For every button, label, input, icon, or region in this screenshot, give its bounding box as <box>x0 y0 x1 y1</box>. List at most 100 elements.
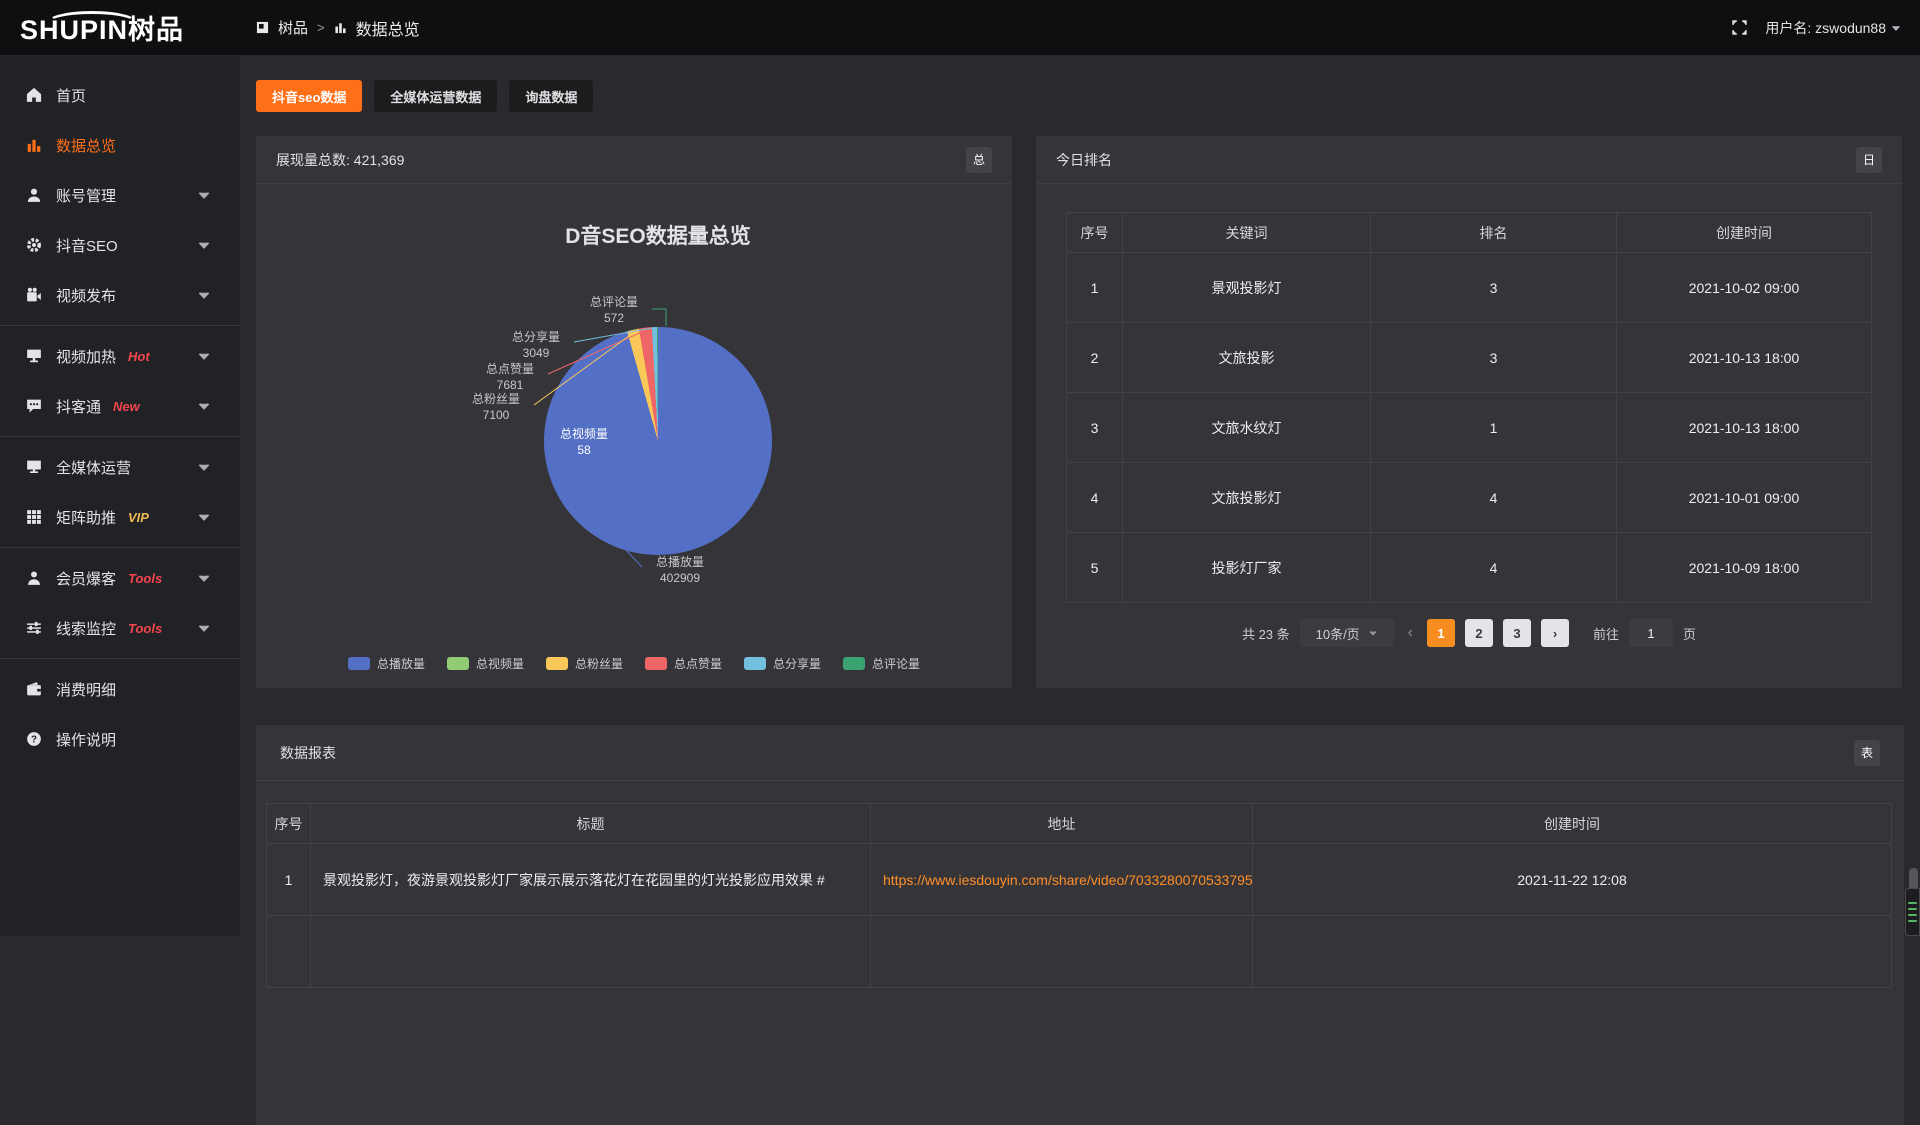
table-cell: 2021-10-09 18:00 <box>1617 533 1872 603</box>
chevron-down-icon <box>1890 22 1902 34</box>
column-header: 地址 <box>871 804 1253 844</box>
pie-label-plays: 总播放量402909 <box>640 554 720 586</box>
legend-swatch <box>546 657 568 670</box>
report-row: 1景观投影灯，夜游景观投影灯厂家展示展示落花灯在花园里的灯光投影应用效果 #ht… <box>267 844 1892 916</box>
pie-label-comments: 总评论量572 <box>578 294 650 326</box>
pagination-total: 共 23 条 <box>1242 624 1290 643</box>
column-header: 序号 <box>1067 213 1123 253</box>
grid-icon <box>26 509 42 525</box>
sidebar-divider <box>0 547 240 548</box>
sidebar-item-矩阵助推[interactable]: 矩阵助推VIP <box>0 492 240 542</box>
chevron-down-icon <box>196 570 212 586</box>
sidebar-divider <box>0 658 240 659</box>
table-cell: 3 <box>1371 253 1617 323</box>
floating-widget[interactable] <box>1905 888 1920 936</box>
sidebar-item-视频加热[interactable]: 视频加热Hot <box>0 331 240 381</box>
sidebar-badge: VIP <box>128 510 149 525</box>
sidebar-badge: Tools <box>128 621 162 636</box>
home-icon <box>26 87 42 103</box>
sidebar-badge: New <box>113 399 140 414</box>
bar-chart-icon <box>26 137 42 153</box>
monitor-icon <box>26 459 42 475</box>
table-cell: 3 <box>1067 393 1123 463</box>
topbar: SHUPIN树品 树品 > 数据总览 用户名: zswodun88 <box>0 0 1920 56</box>
report-url-link[interactable]: https://www.iesdouyin.com/share/video/70… <box>883 872 1253 888</box>
sidebar-item-数据总览[interactable]: 数据总览 <box>0 120 240 170</box>
table-cell: 4 <box>1371 463 1617 533</box>
chevron-down-icon <box>1368 628 1378 638</box>
overview-total-button[interactable]: 总 <box>966 147 992 173</box>
report-row <box>267 916 1892 988</box>
sidebar-item-label: 数据总览 <box>56 135 116 156</box>
fullscreen-icon[interactable] <box>1732 20 1747 35</box>
sidebar-item-会员爆客[interactable]: 会员爆客Tools <box>0 553 240 603</box>
table-cell: 2 <box>1067 323 1123 393</box>
sidebar-item-线索监控[interactable]: 线索监控 Tools <box>0 603 240 653</box>
table-cell: 文旅水纹灯 <box>1123 393 1371 463</box>
sidebar-item-label: 线索监控 <box>56 618 116 639</box>
report-time-cell: 2021-11-22 12:08 <box>1253 844 1892 916</box>
breadcrumb: 树品 > 数据总览 <box>256 16 420 40</box>
pie-label-videos: 总视频量58 <box>548 426 620 458</box>
column-header: 标题 <box>311 804 871 844</box>
sidebar-item-首页[interactable]: 首页 <box>0 70 240 120</box>
table-cell: 2021-10-01 09:00 <box>1617 463 1872 533</box>
user-menu[interactable]: 用户名: zswodun88 <box>1765 18 1902 38</box>
chevron-down-icon <box>196 620 212 636</box>
logo-arc <box>46 11 138 35</box>
goto-page-input[interactable] <box>1629 619 1673 647</box>
chevron-down-icon <box>196 237 212 253</box>
pager-page-3[interactable]: 3 <box>1503 619 1531 647</box>
report-title-cell: 景观投影灯，夜游景观投影灯厂家展示展示落花灯在花园里的灯光投影应用效果 # <box>311 844 871 916</box>
table-cell: 4 <box>1067 463 1123 533</box>
table-cell: 2021-10-13 18:00 <box>1617 323 1872 393</box>
sidebar-item-label: 抖音SEO <box>56 235 118 256</box>
table-cell: 2021-10-02 09:00 <box>1617 253 1872 323</box>
column-header: 创建时间 <box>1617 213 1872 253</box>
pager-page-2[interactable]: 2 <box>1465 619 1493 647</box>
main-content: 抖音seo数据全媒体运营数据询盘数据 展现量总数: 421,369 总 D音SE… <box>240 56 1920 936</box>
svg-text:?: ? <box>31 734 37 745</box>
column-header: 创建时间 <box>1253 804 1892 844</box>
pager-next-button[interactable]: › <box>1541 619 1569 647</box>
sidebar-item-操作说明[interactable]: ?操作说明 <box>0 714 240 764</box>
pager-page-1[interactable]: 1 <box>1427 619 1455 647</box>
ranking-panel: 今日排名 日 序号关键词排名创建时间 1景观投影灯32021-10-02 09:… <box>1036 136 1902 688</box>
table-row: 2文旅投影32021-10-13 18:00 <box>1067 323 1872 393</box>
pager-prev-button[interactable]: ‹ <box>1404 624 1417 642</box>
legend-item-总播放量[interactable]: 总播放量 <box>348 655 425 672</box>
breadcrumb-root[interactable]: 树品 <box>278 17 308 38</box>
sidebar-item-账号管理[interactable]: 账号管理 <box>0 170 240 220</box>
ranking-day-button[interactable]: 日 <box>1856 147 1882 173</box>
table-cell: 文旅投影灯 <box>1123 463 1371 533</box>
sidebar-item-抖客通[interactable]: 抖客通New <box>0 381 240 431</box>
legend-item-总视频量[interactable]: 总视频量 <box>447 655 524 672</box>
page-size-select[interactable]: 10条/页 <box>1300 619 1394 647</box>
chevron-down-icon <box>196 509 212 525</box>
report-table: 序号标题地址创建时间 1景观投影灯，夜游景观投影灯厂家展示展示落花灯在花园里的灯… <box>266 803 1892 988</box>
overview-total-label: 展现量总数: 421,369 <box>276 150 404 170</box>
report-table-button[interactable]: 表 <box>1854 740 1880 766</box>
legend-item-总评论量[interactable]: 总评论量 <box>843 655 920 672</box>
gear-icon <box>26 237 42 253</box>
sidebar-item-全媒体运营[interactable]: 全媒体运营 <box>0 442 240 492</box>
sidebar-item-消费明细[interactable]: 消费明细 <box>0 664 240 714</box>
table-row: 3文旅水纹灯12021-10-13 18:00 <box>1067 393 1872 463</box>
pie-label-fans: 总粉丝量7100 <box>460 391 532 423</box>
table-cell: 5 <box>1067 533 1123 603</box>
sidebar-item-抖音SEO[interactable]: 抖音SEO <box>0 220 240 270</box>
table-cell: 4 <box>1371 533 1617 603</box>
legend-swatch <box>744 657 766 670</box>
tab-抖音seo数据[interactable]: 抖音seo数据 <box>256 80 362 112</box>
chevron-down-icon <box>196 459 212 475</box>
tab-全媒体运营数据[interactable]: 全媒体运营数据 <box>374 80 497 112</box>
legend-swatch <box>843 657 865 670</box>
legend-item-总分享量[interactable]: 总分享量 <box>744 655 821 672</box>
legend-item-总粉丝量[interactable]: 总粉丝量 <box>546 655 623 672</box>
sidebar-item-视频发布[interactable]: 视频发布 <box>0 270 240 320</box>
legend-item-总点赞量[interactable]: 总点赞量 <box>645 655 722 672</box>
sidebar-item-label: 会员爆客 <box>56 568 116 589</box>
tab-询盘数据[interactable]: 询盘数据 <box>509 80 593 112</box>
app-square-icon <box>256 21 269 34</box>
breadcrumb-current: 数据总览 <box>356 16 420 40</box>
